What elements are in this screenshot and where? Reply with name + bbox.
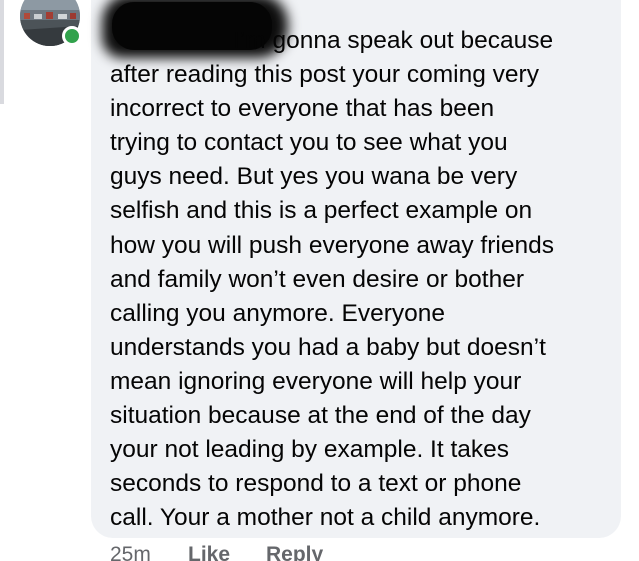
comment-line-4: trying to contact you to see what you xyxy=(110,129,508,157)
comment-line-13: your not leading by example. It takes xyxy=(110,436,510,464)
comment-line-6: selfish and this is a perfect example on xyxy=(110,197,533,225)
comment-actions: 25m Like Reply xyxy=(110,542,410,561)
comment-line-15: call. Your a mother not a child anymore. xyxy=(110,504,541,532)
comment-line-8: and family won’t even desire or bother xyxy=(110,265,524,293)
comment-line-14: seconds to respond to a text or phone xyxy=(110,470,522,498)
comment-line-12: situation because at the end of the day xyxy=(110,402,531,430)
online-status-icon xyxy=(62,26,82,46)
comment-line-3: incorrect to everyone that has been xyxy=(110,95,495,123)
comment-timestamp[interactable]: 25m xyxy=(110,542,151,561)
comment-line-2: after reading this post your coming very xyxy=(110,61,539,89)
comment-line-9: calling you anymore. Everyone xyxy=(110,299,446,327)
reply-button[interactable]: Reply xyxy=(266,542,323,561)
like-button[interactable]: Like xyxy=(188,542,230,561)
comment-line-10: understands you had a baby but doesn’t xyxy=(110,333,546,361)
comment-line-7: how you will push everyone away friends xyxy=(110,231,554,259)
comment-text: I’m gonna speak out because after readin… xyxy=(110,24,605,535)
comment-line-1: I’m gonna speak out because xyxy=(233,27,554,54)
comment-line-11: mean ignoring everyone will help your xyxy=(110,367,522,395)
thread-line xyxy=(0,0,4,104)
comment-thread: I’m gonna speak out because after readin… xyxy=(0,0,639,561)
comment-line-5: guys need. But yes you wana be very xyxy=(110,163,518,191)
